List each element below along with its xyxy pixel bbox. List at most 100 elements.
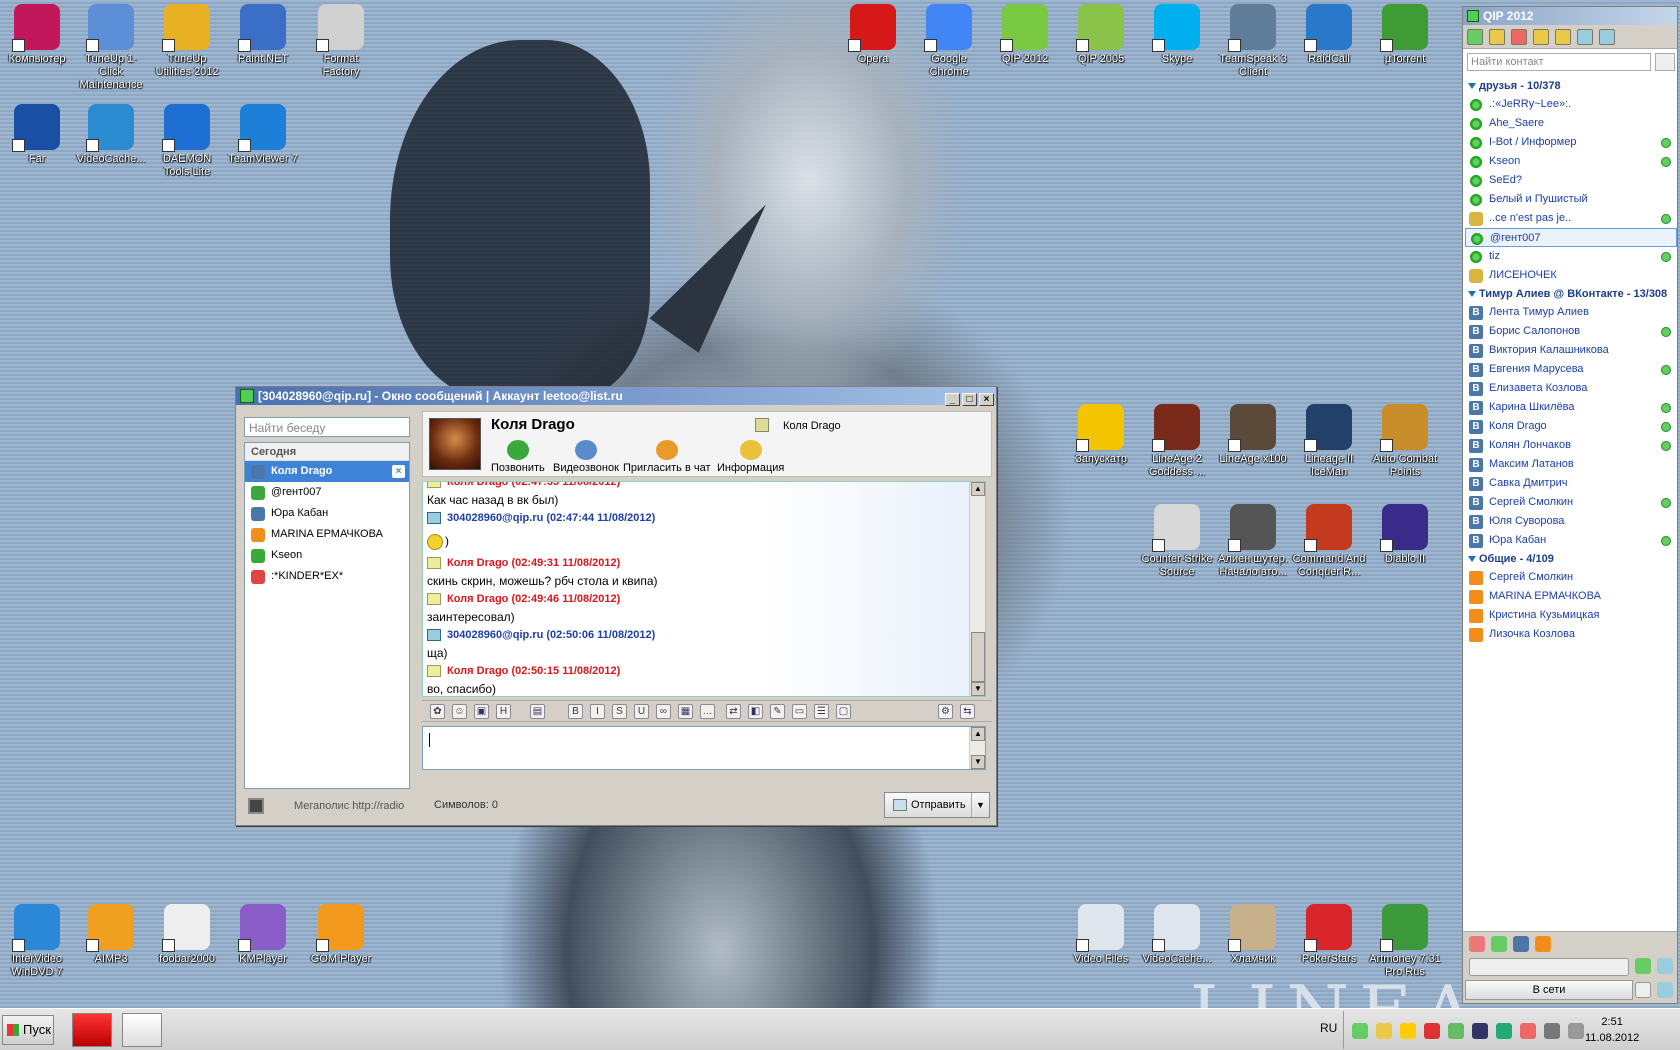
input-scrollbar[interactable]: ▲ ▼ [969,727,985,769]
desktop-icon[interactable]: TuneUp Utilities 2012 [150,4,224,79]
qip-taskbar-button[interactable] [122,1013,162,1047]
settings-icon[interactable] [1657,958,1673,974]
eye-icon[interactable] [1657,982,1673,998]
odnoklassniki-icon[interactable] [1535,936,1551,952]
desktop-icon[interactable]: AIMP3 [74,904,148,966]
flower-icon[interactable] [1469,936,1485,952]
roster-contact[interactable]: B Елизавета Козлова [1465,379,1677,398]
desktop-icon[interactable]: Google Chrome [912,4,986,79]
desktop-icon[interactable]: Алиен шутер. Начало вто... [1216,504,1290,579]
roster-contact[interactable]: B Максим Латанов [1465,455,1677,474]
phone-icon[interactable] [1635,958,1651,974]
icq-status-icon[interactable]: ✿ [430,704,445,719]
roster-group-header[interactable]: друзья - 10/378 [1465,77,1677,95]
roster-contact[interactable]: Кристина Кузьмицкая [1465,606,1677,625]
desktop-icon[interactable]: Lineage II IceMan [1292,404,1366,479]
transfer-icon[interactable] [1577,29,1593,45]
desktop-icon[interactable]: VideoCache... [74,104,148,166]
desktop-icon[interactable]: Auto Combat Points [1368,404,1442,479]
qip-tray-icon[interactable] [1352,1023,1368,1039]
strike-icon[interactable]: S [612,704,627,719]
desktop-icon[interactable]: Artmoney 7.31 Pro Rus [1368,904,1442,979]
roster-contact[interactable]: .:«JeRRy~Lee»:. [1465,95,1677,114]
desktop-icon[interactable]: QIP 2012 [988,4,1062,66]
security-tray-icon[interactable] [1496,1023,1512,1039]
desktop-icon[interactable]: InterVideo WinDVD 7 [0,904,74,979]
close-button[interactable]: × [979,393,994,406]
desktop-icon[interactable]: GOM Player [304,904,378,966]
conversation-item[interactable]: @гент007 [245,482,409,503]
launcher-tray-icon[interactable] [1400,1023,1416,1039]
roster-contact[interactable]: B Савка Дмитрич [1465,474,1677,493]
signal-tray-icon[interactable] [1544,1023,1560,1039]
conversation-item[interactable]: Коля Drago × [245,461,409,482]
roster-group-header[interactable]: Общие - 4/109 [1465,550,1677,568]
kaspersky-tray-icon[interactable] [1424,1023,1440,1039]
conversation-item[interactable]: Kseon [245,545,409,566]
display-tray-icon[interactable] [1472,1023,1488,1039]
close-conversation-icon[interactable]: × [392,465,405,478]
avatar[interactable] [429,418,481,470]
roster-contact[interactable]: Сергей Смолкин [1465,568,1677,587]
desktop-icon[interactable]: Diablo II [1368,504,1442,566]
scroll-down-arrow[interactable]: ▼ [971,682,985,696]
desktop-icon[interactable]: LineAge x100 [1216,404,1290,466]
minimize-button[interactable]: _ [945,393,960,406]
roster-contact[interactable]: B Юра Кабан [1465,531,1677,550]
kaspersky-taskbar-button[interactable] [72,1013,112,1047]
more-icon[interactable]: … [700,704,715,719]
window-icon[interactable]: ▢ [836,704,851,719]
conversation-item[interactable]: :*KINDER*EX* [245,566,409,587]
roster-contact[interactable]: Лизочка Козлова [1465,625,1677,644]
nvidia-tray-icon[interactable] [1448,1023,1464,1039]
action-button[interactable]: Информация [717,440,784,474]
status-selector[interactable] [1469,958,1629,976]
roster-contact[interactable]: B Колян Лончаков [1465,436,1677,455]
chat-window-titlebar[interactable]: [304028960@qip.ru] - Окно сообщений | Ак… [236,387,996,406]
desktop-icon[interactable]: Command And Conquer R... [1292,504,1366,579]
italic-icon[interactable]: I [590,704,605,719]
action-button[interactable]: Пригласить в чат [623,440,711,474]
roster-contact[interactable]: Ahe_Saere [1465,114,1677,133]
action-button[interactable]: Видеозвонок [553,440,619,474]
split-icon[interactable]: ☰ [814,704,829,719]
roster-contact[interactable]: B Юля Суворова [1465,512,1677,531]
underline-icon[interactable]: U [634,704,649,719]
desktop-icon[interactable]: PokerStars [1292,904,1366,966]
desktop-icon[interactable]: TuneUp 1-Click Maintenance [74,4,148,92]
roster-contact[interactable]: SeEd? [1465,171,1677,190]
picture-icon[interactable]: ▣ [474,704,489,719]
desktop-icon[interactable]: VideoCache... [1140,904,1214,966]
qip-titlebar[interactable]: QIP 2012 [1463,7,1677,25]
icq-icon[interactable] [1491,936,1507,952]
scroll-up-arrow[interactable]: ▲ [971,482,985,496]
volume-tray-icon[interactable] [1568,1023,1584,1039]
settings-icon[interactable]: ⚙ [938,704,953,719]
history-icon[interactable] [1599,29,1615,45]
save-icon[interactable]: ▤ [530,704,545,719]
conversation-item[interactable]: MARINA ЕРМАЧКОВА [245,524,409,545]
transfer-icon[interactable]: ⇆ [960,704,975,719]
radio-stop-button[interactable] [248,798,264,814]
contact-search-input[interactable]: Найти контакт [1467,53,1651,71]
desktop-icon[interactable]: Paint.NET [226,4,300,66]
roster-contact[interactable]: ..ce n'est pas je.. [1465,209,1677,228]
roster-contact[interactable]: B Виктория Калашникова [1465,341,1677,360]
alert-icon[interactable] [1511,29,1527,45]
roster-contact[interactable]: ЛИСЕНОЧЕК [1465,266,1677,285]
input-scroll-up[interactable]: ▲ [971,727,985,741]
desktop-icon[interactable]: QIP 2005 [1064,4,1138,66]
desktop-icon[interactable]: DAEMON Tools Lite [150,104,224,179]
roster-contact[interactable]: B Борис Салопонов [1465,322,1677,341]
conversation-search-input[interactable]: Найти беседу [244,417,410,437]
roster-contact[interactable]: B Сергей Смолкин [1465,493,1677,512]
status-button[interactable]: В сети [1465,980,1633,1000]
clock[interactable]: 2:51 11.08.2012 [1585,1014,1639,1046]
desktop-icon[interactable]: Opera [836,4,910,66]
language-indicator[interactable]: RU [1320,1021,1337,1035]
note-icon[interactable]: ▭ [792,704,807,719]
image-icon[interactable]: ▦ [678,704,693,719]
pen-icon[interactable]: ✎ [770,704,785,719]
scroll-thumb[interactable] [971,632,985,682]
desktop-icon[interactable]: RaidCall [1292,4,1366,66]
